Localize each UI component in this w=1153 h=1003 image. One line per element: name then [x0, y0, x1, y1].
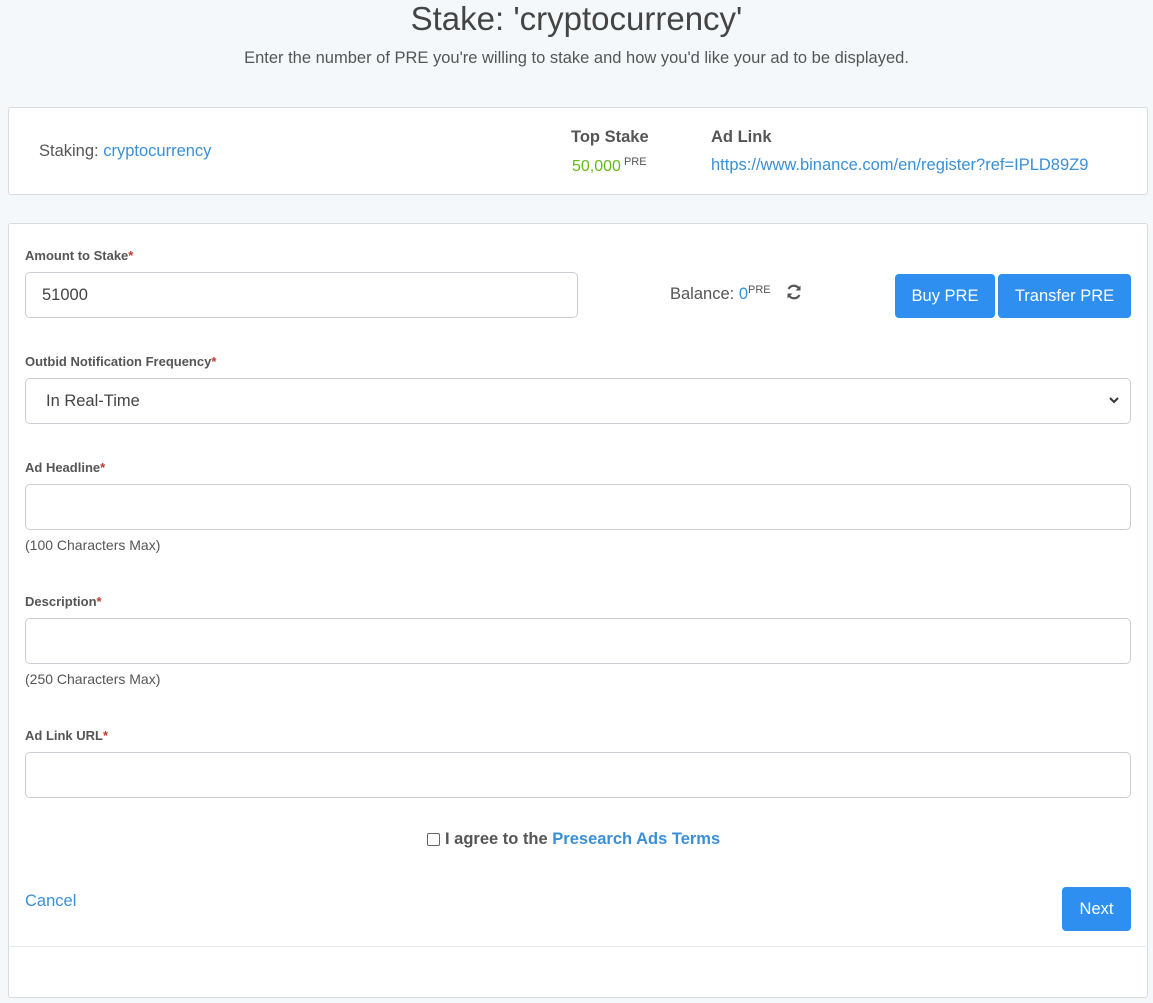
next-button[interactable]: Next [1062, 887, 1131, 931]
terms-checkbox[interactable] [427, 833, 440, 846]
required-mark: * [128, 248, 134, 263]
page-subtitle: Enter the number of PRE you're willing t… [244, 49, 909, 67]
description-helper: (250 Characters Max) [25, 671, 161, 687]
frequency-selected-value: In Real-Time [46, 392, 140, 410]
transfer-pre-button[interactable]: Transfer PRE [998, 274, 1131, 318]
chevron-down-icon [1109, 397, 1119, 404]
description-input[interactable] [25, 618, 1131, 664]
top-stake-title: Top Stake [571, 128, 649, 146]
required-mark: * [96, 594, 102, 609]
refresh-icon[interactable] [785, 283, 803, 301]
agree-text: I agree to the Presearch Ads Terms [445, 830, 720, 849]
staking-label: Staking: [39, 142, 99, 160]
headline-label-text: Ad Headline [25, 460, 101, 475]
stake-form: Amount to Stake* 51000 Balance: 0PRE Buy… [8, 223, 1148, 998]
balance-label: Balance: [670, 285, 735, 303]
cancel-link[interactable]: Cancel [25, 892, 76, 911]
ad-link-title: Ad Link [711, 128, 772, 146]
page-title: Stake: 'cryptocurrency' [410, 0, 743, 37]
balance-unit: PRE [748, 284, 771, 296]
frequency-label-text: Outbid Notification Frequency [25, 354, 212, 369]
frequency-label: Outbid Notification Frequency* [25, 354, 216, 369]
stake-info-card: Staking: cryptocurrency Top Stake 50,000… [8, 107, 1148, 195]
amount-input[interactable]: 51000 [25, 272, 578, 318]
description-label: Description* [25, 594, 102, 609]
agree-prefix: I agree to the [445, 830, 548, 848]
terms-link[interactable]: Presearch Ads Terms [552, 830, 720, 848]
balance: Balance: 0PRE [670, 284, 771, 304]
amount-label-text: Amount to Stake [25, 248, 129, 263]
headline-label: Ad Headline* [25, 460, 105, 475]
top-stake-value: 50,000 PRE [572, 156, 647, 176]
headline-helper: (100 Characters Max) [25, 537, 161, 553]
description-label-text: Description [25, 594, 97, 609]
staking-line: Staking: cryptocurrency [39, 142, 211, 161]
headline-input[interactable] [25, 484, 1131, 530]
frequency-select[interactable]: In Real-Time [25, 378, 1131, 424]
form-divider [10, 946, 1146, 947]
url-label-text: Ad Link URL [25, 728, 103, 743]
url-label: Ad Link URL* [25, 728, 108, 743]
top-stake-amount: 50,000 [572, 158, 621, 175]
amount-label: Amount to Stake* [25, 248, 133, 263]
ad-link-url[interactable]: https://www.binance.com/en/register?ref=… [711, 156, 1088, 175]
top-stake-unit: PRE [623, 156, 647, 168]
required-mark: * [211, 354, 217, 369]
required-mark: * [103, 728, 109, 743]
buy-pre-button[interactable]: Buy PRE [895, 274, 995, 318]
ad-link-url-input[interactable] [25, 752, 1131, 798]
required-mark: * [100, 460, 106, 475]
staking-keyword-link[interactable]: cryptocurrency [103, 142, 211, 160]
balance-value: 0 [738, 285, 748, 303]
